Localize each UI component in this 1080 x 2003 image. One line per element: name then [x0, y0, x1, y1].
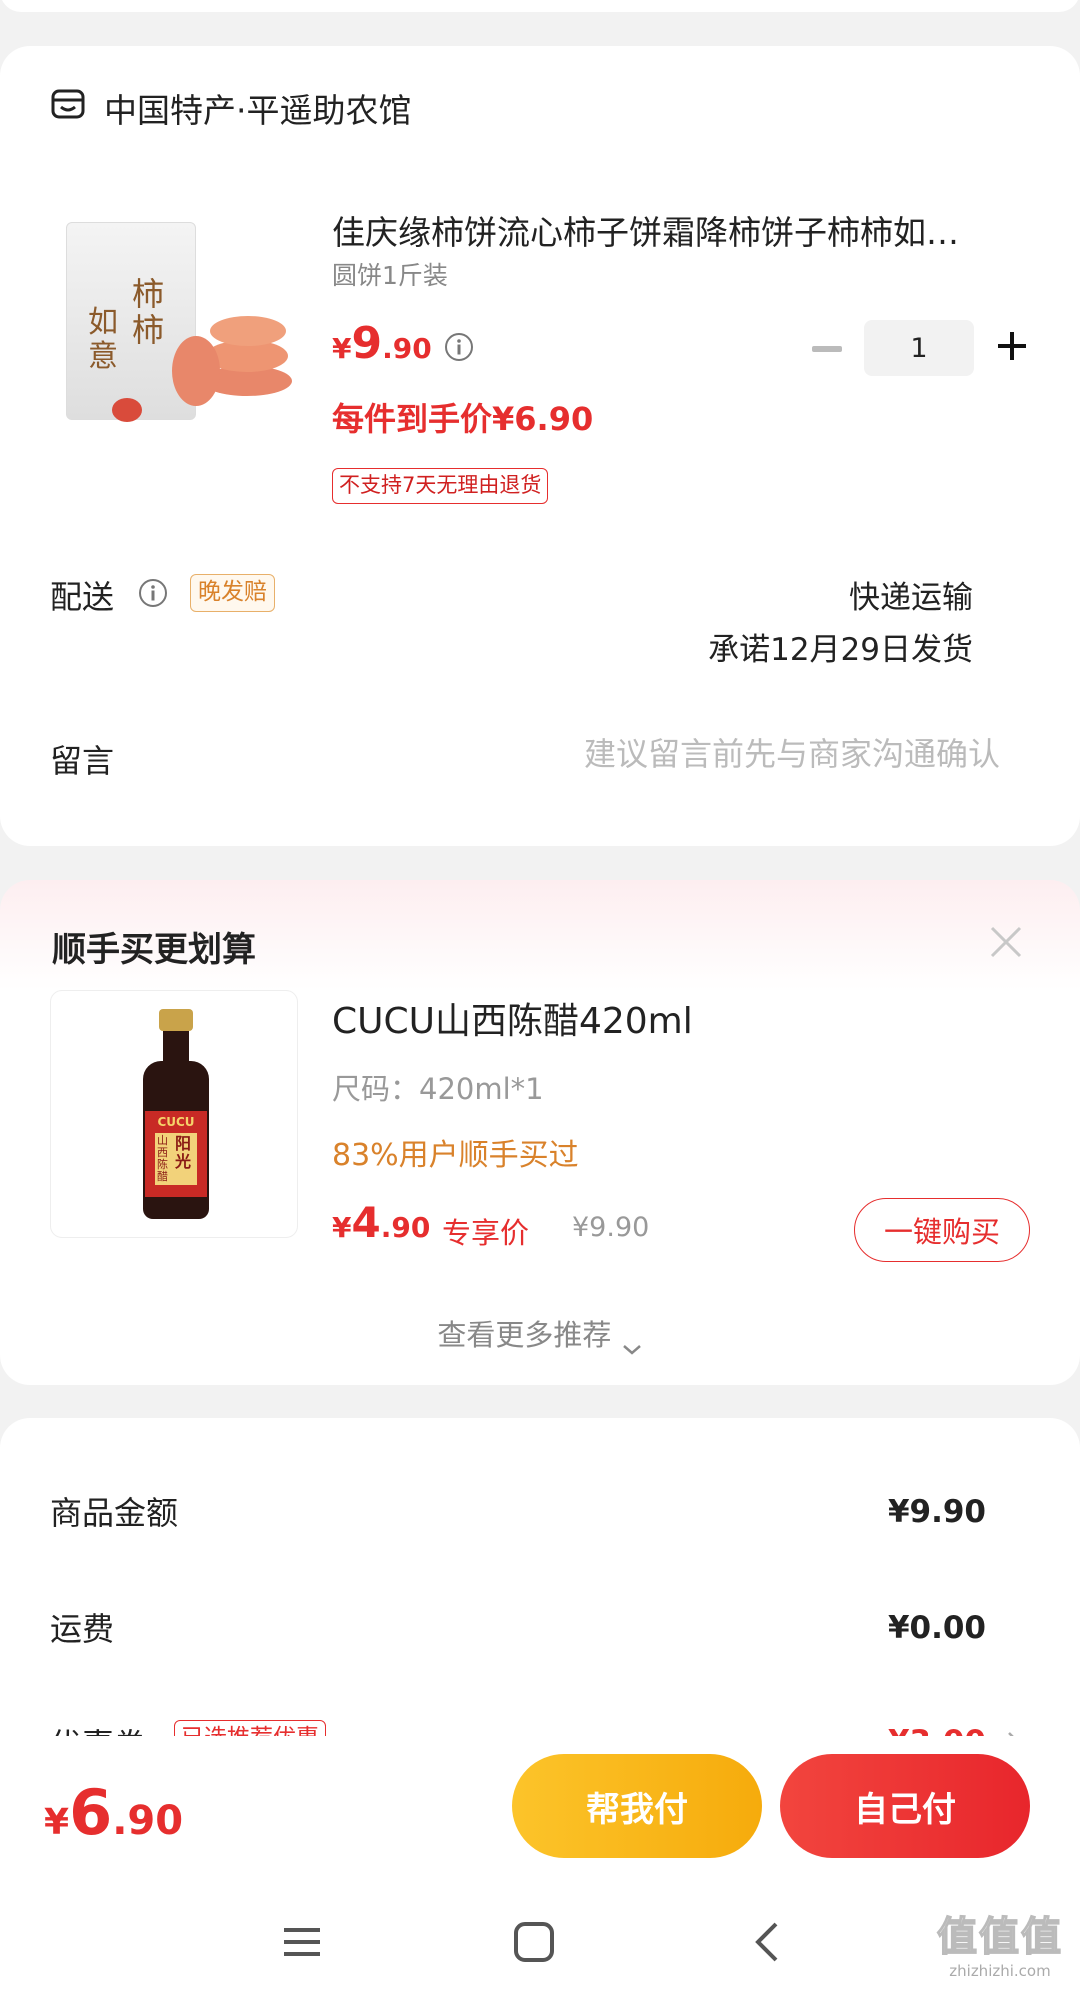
delivery-info-icon[interactable]: [138, 578, 168, 608]
product-spec[interactable]: 圆饼1斤装: [332, 256, 448, 292]
delivery-promise: 承诺12月29日发货: [708, 632, 973, 668]
close-icon[interactable]: [988, 924, 1024, 960]
product-title[interactable]: 佳庆缘柿饼流心柿子饼霜降柿饼子柿柿如…: [332, 206, 1022, 254]
watermark-logo: 值值值 zhizhizhi.com: [936, 1913, 1063, 1980]
message-label: 留言: [50, 742, 115, 780]
summary-card: 商品金额 ¥9.90 运费 ¥0.00 优惠券 已选推荐优惠 -¥3.00: [0, 1418, 1080, 1764]
message-input[interactable]: [480, 726, 1000, 782]
recommend-item-stat: 83%用户顺手买过: [332, 1138, 579, 1173]
goods-amount-label: 商品金额: [50, 1494, 179, 1532]
shipping-label: 运费: [50, 1610, 115, 1648]
more-recommend-link[interactable]: 查看更多推荐: [0, 1312, 1080, 1355]
delivery-label: 配送: [50, 578, 115, 616]
menu-icon[interactable]: [282, 1922, 322, 1962]
delivery-method[interactable]: 快递运输: [849, 572, 973, 617]
recommend-price-label: 专享价: [442, 1216, 530, 1250]
increase-button[interactable]: [996, 330, 1028, 362]
recommend-title: 顺手买更划算: [52, 930, 256, 970]
recommend-item-spec: 尺码：420ml*1: [332, 1072, 544, 1106]
final-price: 每件到手价¥6.90: [332, 400, 594, 438]
recommend-item-title[interactable]: CUCU山西陈醋420ml: [332, 992, 693, 1044]
shop-name[interactable]: 中国特产·平遥助农馆: [104, 84, 412, 132]
return-policy-badge: 不支持7天无理由退货: [332, 468, 549, 504]
order-card: 中国特产·平遥助农馆 柿柿 如意 佳庆缘柿饼流心柿子饼霜降柿饼子柿柿如… 圆饼1…: [0, 46, 1080, 846]
late-ship-badge: 晚发赔: [190, 574, 275, 612]
recommend-item-image[interactable]: CUCU 阳光 山西陈醋: [50, 990, 298, 1238]
recommend-card: 顺手买更划算 CUCU 阳光 山西陈醋 CUCU山西陈醋420ml 尺码：420…: [0, 880, 1080, 1385]
back-icon[interactable]: [752, 1920, 782, 1964]
shop-icon: [50, 86, 86, 122]
product-image[interactable]: 柿柿 如意: [52, 216, 296, 460]
chevron-down-icon: [621, 1330, 643, 1355]
home-icon[interactable]: [512, 1920, 556, 1964]
price-info-icon[interactable]: [444, 332, 474, 362]
system-nav-bar: 值值值 zhizhizhi.com: [0, 1886, 1080, 2003]
bottom-bar: ¥6.90 帮我付 自己付: [0, 1736, 1080, 1886]
prev-card: [0, 0, 1080, 12]
total-price: ¥6.90: [44, 1776, 184, 1849]
help-pay-button[interactable]: 帮我付: [512, 1754, 762, 1858]
shipping-value: ¥0.00: [887, 1610, 986, 1646]
product-price: ¥9.90: [332, 318, 432, 369]
quick-buy-button[interactable]: 一键购买: [854, 1198, 1030, 1262]
goods-amount-value: ¥9.90: [887, 1494, 986, 1530]
recommend-item-price: ¥4.90: [332, 1198, 431, 1247]
self-pay-button[interactable]: 自己付: [780, 1754, 1030, 1858]
recommend-orig-price: ¥9.90: [572, 1212, 650, 1243]
quantity-input[interactable]: 1: [864, 320, 974, 376]
decrease-button[interactable]: [812, 346, 842, 352]
